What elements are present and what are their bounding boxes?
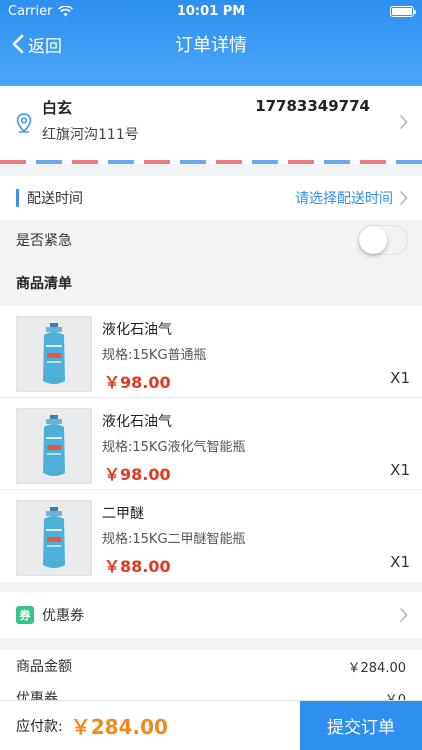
payable-label: 应付款: bbox=[16, 718, 63, 735]
bottom-bar: 应付款: ￥284.00 提交订单 bbox=[0, 700, 422, 750]
delivery-time-row[interactable]: 配送时间 请选择配送时间 bbox=[0, 176, 422, 220]
battery-icon bbox=[390, 5, 416, 17]
recipient-phone: 17783349774 bbox=[255, 97, 370, 115]
address-section[interactable]: 白玄 17783349774 红旗河沟111号 bbox=[0, 86, 422, 164]
goods-amount-label: 商品金额 bbox=[16, 659, 72, 675]
goods-list-title: 商品清单 bbox=[0, 260, 422, 306]
chevron-right-icon bbox=[399, 190, 408, 206]
status-bar: Carrier 10:01 PM bbox=[0, 0, 422, 22]
coupon-row[interactable]: 券 优惠券 bbox=[0, 592, 422, 638]
list-item[interactable]: 液化石油气 规格:15KG液化气智能瓶 ￥98.00 X1 bbox=[0, 398, 422, 490]
coupon-label: 优惠券 bbox=[42, 608, 84, 624]
chevron-right-icon bbox=[399, 607, 408, 623]
goods-list: 液化石油气 规格:15KG普通瓶 ￥98.00 X1 液化石油气 规格:15KG… bbox=[0, 306, 422, 582]
chevron-right-icon bbox=[399, 114, 408, 130]
delivery-time-action[interactable]: 请选择配送时间 bbox=[295, 188, 393, 208]
product-name: 二甲醚 bbox=[102, 506, 144, 522]
product-quantity: X1 bbox=[390, 369, 410, 387]
product-price: ￥98.00 bbox=[104, 373, 171, 392]
list-item[interactable]: 二甲醚 规格:15KG二甲醚智能瓶 ￥88.00 X1 bbox=[0, 490, 422, 582]
coupon-icon: 券 bbox=[16, 606, 34, 624]
wifi-icon bbox=[58, 5, 74, 16]
back-button[interactable]: 返回 bbox=[0, 32, 62, 57]
page-title: 订单详情 bbox=[175, 35, 247, 56]
carrier-label: Carrier bbox=[8, 3, 53, 19]
product-image bbox=[16, 500, 92, 576]
product-name: 液化石油气 bbox=[102, 322, 172, 338]
goods-amount-value: ￥284.00 bbox=[347, 660, 407, 676]
back-label: 返回 bbox=[28, 36, 62, 57]
product-quantity: X1 bbox=[390, 461, 410, 479]
product-spec: 规格:15KG普通瓶 bbox=[102, 348, 207, 363]
product-price: ￥88.00 bbox=[104, 557, 171, 576]
product-spec: 规格:15KG液化气智能瓶 bbox=[102, 440, 246, 455]
product-name: 液化石油气 bbox=[102, 414, 172, 430]
goods-title-text: 商品清单 bbox=[16, 276, 72, 292]
location-pin-icon bbox=[16, 113, 32, 133]
gas-cylinder-icon bbox=[43, 415, 65, 476]
product-price: ￥98.00 bbox=[104, 465, 171, 484]
delivery-time-label: 配送时间 bbox=[27, 191, 83, 207]
urgent-label: 是否紧急 bbox=[16, 233, 72, 249]
product-spec: 规格:15KG二甲醚智能瓶 bbox=[102, 532, 246, 547]
goods-amount-row: 商品金额 ￥284.00 bbox=[16, 650, 406, 682]
gas-cylinder-icon bbox=[43, 323, 65, 384]
section-marker bbox=[16, 189, 19, 207]
recipient-address: 红旗河沟111号 bbox=[42, 127, 139, 143]
submit-order-button[interactable]: 提交订单 bbox=[300, 701, 422, 750]
nav-bar: 返回 订单详情 bbox=[0, 22, 422, 66]
product-image bbox=[16, 408, 92, 484]
gas-cylinder-icon bbox=[43, 507, 65, 568]
urgent-row: 是否紧急 bbox=[0, 220, 422, 260]
product-image bbox=[16, 316, 92, 392]
chevron-left-icon bbox=[12, 34, 24, 54]
header: Carrier 10:01 PM 返回 订单详情 bbox=[0, 0, 422, 86]
payable-amount: ￥284.00 bbox=[70, 715, 168, 739]
urgent-toggle[interactable] bbox=[358, 225, 408, 255]
recipient-name: 白玄 bbox=[42, 99, 73, 117]
product-quantity: X1 bbox=[390, 553, 410, 571]
list-item[interactable]: 液化石油气 规格:15KG普通瓶 ￥98.00 X1 bbox=[0, 306, 422, 398]
